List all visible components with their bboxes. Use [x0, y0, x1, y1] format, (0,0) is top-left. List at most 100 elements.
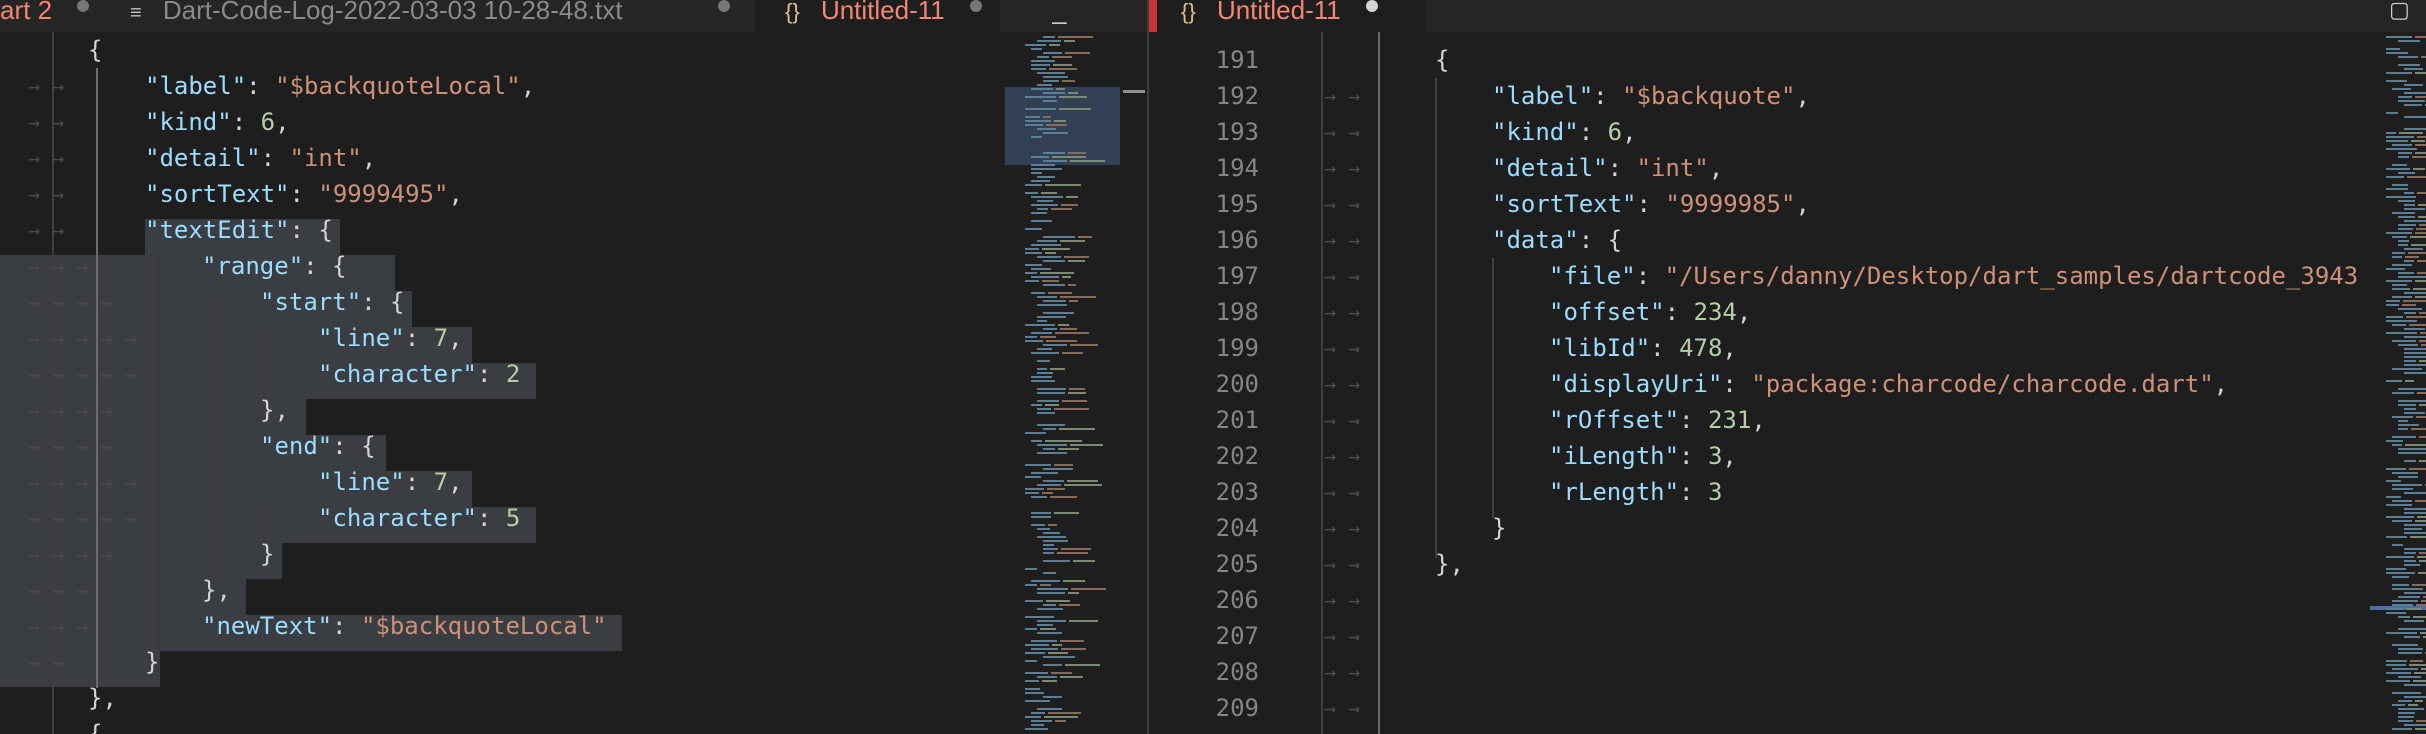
minimap-line: [1043, 312, 1074, 314]
minimap-line: [2386, 320, 2418, 322]
minimap-line: [1025, 492, 1040, 494]
split-editor-button[interactable]: ▢: [2389, 0, 2426, 32]
minimap-line: [1037, 452, 1068, 454]
minimap-line: [1025, 108, 1057, 110]
minimap-line: [1057, 552, 1088, 554]
minimap-line: [2398, 40, 2420, 42]
minimap-line: [1031, 64, 1050, 66]
minimap-line: [2386, 148, 2417, 150]
minimap-line: [1059, 240, 1086, 242]
minimap-line: [2405, 444, 2426, 446]
minimap-line: [1031, 376, 1052, 378]
minimap-line: [1037, 592, 1066, 594]
whitespace-marker: → →: [1324, 120, 1361, 144]
whitespace-marker: → →: [1324, 480, 1361, 504]
minimap-line: [1025, 716, 1042, 718]
line-number: 203: [1215, 478, 1259, 506]
minimap-line: [2392, 296, 2412, 298]
unsaved-dot-icon[interactable]: [718, 0, 730, 13]
whitespace-marker: → → →: [28, 578, 89, 602]
tab-dart-code-log-close[interactable]: [700, 0, 730, 32]
minimap-line: [1043, 548, 1058, 550]
unsaved-dot-icon[interactable]: [77, 0, 90, 13]
minimap-line: [2420, 56, 2426, 58]
whitespace-marker: → → → →: [28, 542, 113, 566]
code-line: {: [88, 36, 103, 64]
minimap-line: [1031, 648, 1059, 650]
minimap-line: [1025, 692, 1045, 694]
tab-untitled-11-left[interactable]: {} Untitled-11: [755, 0, 1000, 32]
minimap-line: [2386, 568, 2406, 570]
minimap-line: [1043, 300, 1066, 302]
code-line: {: [1435, 46, 1450, 74]
line-number: 194: [1215, 154, 1259, 182]
whitespace-marker: → →: [1324, 264, 1361, 288]
json-file-icon: {}: [1181, 0, 1196, 24]
minimap-line: [1037, 392, 1065, 394]
minimap-line: [1041, 248, 1070, 250]
minimap-line: [1037, 400, 1059, 402]
minimap-line: [1037, 240, 1057, 242]
minimap-line: [2404, 84, 2423, 86]
minimap-line: [2404, 724, 2426, 726]
minimap-line: [1068, 152, 1086, 154]
minimap-line: [1025, 264, 1043, 266]
minimap-line: [1043, 260, 1066, 262]
left-minimap[interactable]: [1005, 32, 1145, 734]
line-number: 192: [1215, 82, 1259, 110]
minimap-line: [1037, 412, 1055, 414]
minimap-line: [2404, 492, 2426, 494]
minimap-line: [1060, 640, 1084, 642]
tab-art-2[interactable]: art 2: [0, 0, 110, 32]
left-editor[interactable]: → → → → → → → → → → → → → → → → → → → → …: [0, 32, 1005, 734]
minimap-line: [2405, 316, 2426, 318]
whitespace-marker: → → →: [28, 614, 89, 638]
minimap-line: [2410, 660, 2423, 662]
minimap-line: [1068, 592, 1079, 594]
minimap-line: [1043, 604, 1056, 606]
minimap-line: [1070, 588, 1106, 590]
minimap-line: [1037, 444, 1067, 446]
minimap-line: [1025, 680, 1040, 682]
whitespace-marker: → → → → →: [28, 326, 137, 350]
minimap-line: [2398, 404, 2416, 406]
minimap-line: [2392, 576, 2410, 578]
right-minimap[interactable]: [2360, 32, 2426, 734]
minimap-line: [2421, 344, 2426, 346]
unsaved-dot-icon[interactable]: [969, 0, 982, 13]
code-line: }: [145, 648, 160, 676]
whitespace-marker: → →: [1324, 516, 1361, 540]
minimap-line: [1057, 324, 1069, 326]
minimap-line: [2398, 596, 2421, 598]
minimap-line: [2392, 488, 2414, 490]
minimap-line: [1040, 628, 1056, 630]
minimap-line: [2392, 644, 2418, 646]
minimap-line: [2407, 704, 2419, 706]
minimap-line: [2404, 524, 2426, 526]
tab-untitled-11-right[interactable]: {} Untitled-11: [1157, 0, 1426, 32]
right-editor[interactable]: 191 192 193 194 195 196 197 198 199 200 …: [1149, 32, 2359, 734]
minimap-line: [1025, 672, 1048, 674]
minimap-line: [1031, 720, 1052, 722]
tab-dart-code-log[interactable]: ≡ Dart-Code-Log-2022-03-03 10-28-48.txt: [130, 0, 730, 32]
minimap-line: [2398, 476, 2418, 478]
minimap-line: [1031, 472, 1059, 474]
minimap-line: [2404, 372, 2426, 374]
minimap-line: [1064, 484, 1102, 486]
whitespace-marker: → →: [28, 218, 65, 242]
minimap-line: [1043, 448, 1055, 450]
minimap-line: [2414, 232, 2426, 234]
minimap-line: [1025, 44, 1046, 46]
minimap-line: [1037, 56, 1049, 58]
minimap-line: [1051, 56, 1072, 58]
unsaved-dot-icon[interactable]: [1365, 0, 1378, 13]
code-line: "rOffset": 231,: [1549, 406, 1766, 434]
left-overflow-button[interactable]: _: [1052, 0, 1092, 32]
minimap-line: [1025, 728, 1048, 730]
minimap-line: [1063, 40, 1076, 42]
minimap-line: [1043, 428, 1056, 430]
minimap-line: [2416, 272, 2426, 274]
minimap-line: [2413, 168, 2425, 170]
minimap-line: [1059, 108, 1091, 110]
minimap-line: [2398, 720, 2414, 722]
